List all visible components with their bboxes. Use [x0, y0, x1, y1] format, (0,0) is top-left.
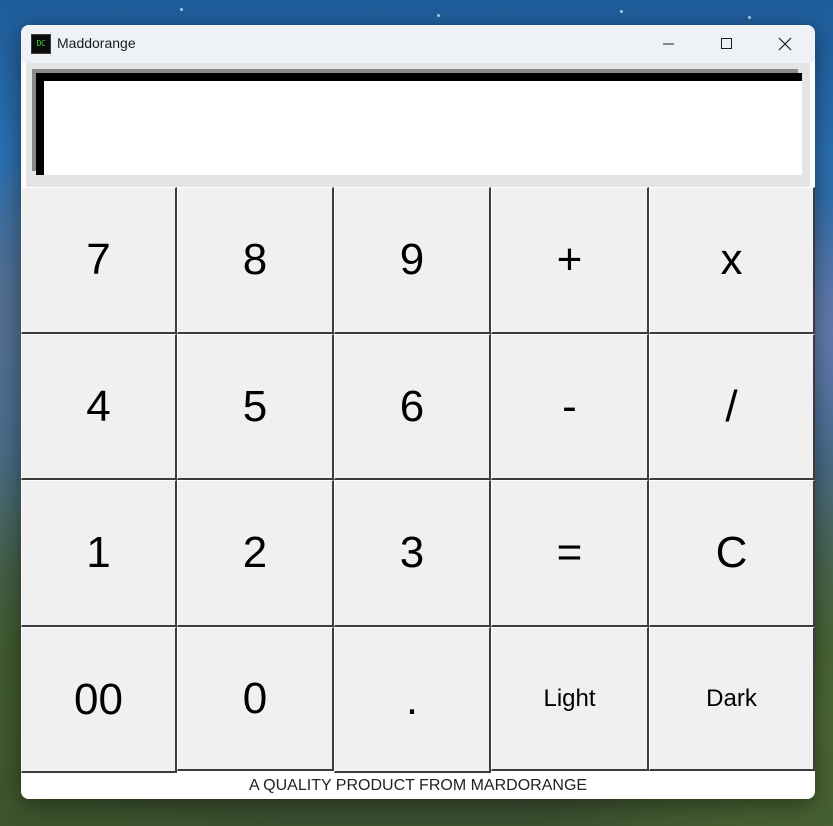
key-decimal[interactable]: . [334, 627, 491, 773]
background-sparkle [437, 14, 440, 17]
key-double-zero[interactable]: 00 [21, 627, 177, 773]
key-plus[interactable]: + [491, 187, 649, 334]
key-0[interactable]: 0 [177, 627, 334, 771]
minimize-button[interactable] [640, 25, 698, 63]
key-equals[interactable]: = [491, 480, 649, 627]
light-theme-button[interactable]: Light [491, 627, 649, 771]
key-8[interactable]: 8 [177, 187, 334, 334]
dc-app-icon: DC [31, 34, 51, 54]
key-3[interactable]: 3 [334, 480, 491, 627]
key-multiply[interactable]: x [649, 187, 815, 334]
key-7[interactable]: 7 [21, 187, 177, 334]
calculator-window: DC Maddorange 7 8 9 + x 4 5 6 - / 1 2 3 … [21, 25, 815, 799]
window-title: Maddorange [57, 35, 136, 51]
key-1[interactable]: 1 [21, 480, 177, 627]
calculator-display[interactable] [36, 73, 802, 175]
background-sparkle [748, 16, 751, 19]
title-bar[interactable]: DC Maddorange [21, 25, 815, 63]
minimize-icon [663, 43, 674, 45]
key-9[interactable]: 9 [334, 187, 491, 334]
key-clear[interactable]: C [649, 480, 815, 627]
maximize-icon [721, 38, 732, 49]
dark-theme-button[interactable]: Dark [649, 627, 815, 771]
key-5[interactable]: 5 [177, 334, 334, 480]
key-divide[interactable]: / [649, 334, 815, 480]
keypad: 7 8 9 + x 4 5 6 - / 1 2 3 = C 00 0 . Lig… [21, 187, 815, 773]
background-sparkle [180, 8, 183, 11]
background-sparkle [620, 10, 623, 13]
close-button[interactable] [756, 25, 814, 63]
key-2[interactable]: 2 [177, 480, 334, 627]
close-icon [778, 37, 792, 51]
key-6[interactable]: 6 [334, 334, 491, 480]
key-minus[interactable]: - [491, 334, 649, 480]
footer-credit: A QUALITY PRODUCT FROM MARDORANGE [21, 773, 815, 799]
display-frame [26, 63, 810, 187]
maximize-button[interactable] [698, 25, 756, 63]
key-4[interactable]: 4 [21, 334, 177, 480]
